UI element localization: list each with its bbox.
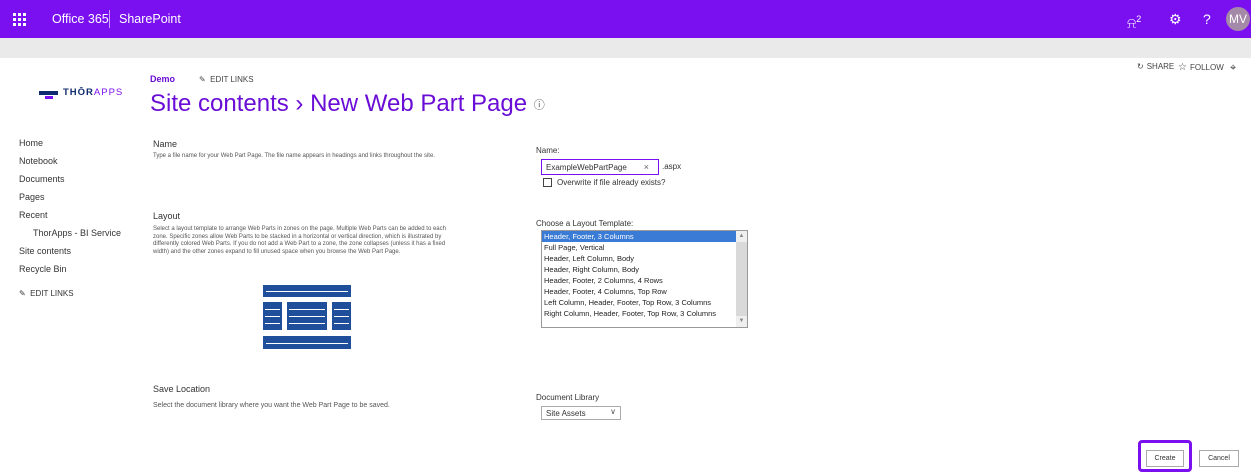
nav-item-site-contents[interactable]: Site contents (19, 246, 71, 256)
notification-count: 2 (1136, 14, 1142, 24)
focus-content-icon[interactable]: ⌖ (1230, 62, 1236, 75)
overwrite-label[interactable]: Overwrite if file already exists? (557, 178, 665, 187)
suite-bar: Office 365 SharePoint ⍾2 ⚙ ? MV (0, 0, 1251, 38)
nav-item-notebook[interactable]: Notebook (19, 156, 58, 166)
nav-item-home[interactable]: Home (19, 138, 43, 148)
cancel-button[interactable]: Cancel (1199, 450, 1239, 467)
layout-option[interactable]: Full Page, Vertical (542, 242, 737, 253)
layout-option[interactable]: Header, Footer, 4 Columns, Top Row (542, 286, 737, 297)
pencil-icon: ✎ (199, 75, 206, 84)
page-title: Site contents › New Web Part Page ⓘ (150, 90, 545, 118)
layout-option[interactable]: Header, Footer, 3 Columns (542, 231, 737, 242)
layout-option[interactable]: Header, Right Column, Body (542, 264, 737, 275)
file-name-input[interactable]: ExampleWebPartPage × (541, 159, 659, 175)
name-section-description: Type a file name for your Web Part Page.… (153, 153, 435, 159)
waffle-icon[interactable] (0, 0, 38, 38)
logo-mark-accent (45, 96, 53, 99)
follow-label: FOLLOW (1189, 63, 1224, 72)
logo-mark (39, 91, 58, 95)
name-label: Name: (536, 146, 560, 155)
layout-option[interactable]: Header, Left Column, Body (542, 253, 737, 264)
clear-icon[interactable]: × (644, 162, 649, 172)
save-section-heading: Save Location (153, 384, 211, 394)
nav-item-recycle-bin[interactable]: Recycle Bin (19, 264, 67, 274)
scroll-up-icon[interactable]: ▲ (736, 231, 747, 242)
avatar[interactable]: MV (1226, 7, 1250, 31)
edit-links-top[interactable]: ✎ EDIT LINKS (199, 75, 254, 84)
document-library-select[interactable]: Site Assets ∨ (541, 406, 621, 420)
nav-item-documents[interactable]: Documents (19, 174, 65, 184)
nav-item-pages[interactable]: Pages (19, 192, 45, 202)
nav-item-recent[interactable]: Recent (19, 210, 48, 220)
document-library-value: Site Assets (546, 409, 586, 418)
name-section-heading: Name (153, 139, 178, 149)
layout-option[interactable]: Header, Footer, 2 Columns, 4 Rows (542, 275, 737, 286)
share-button[interactable]: ↻ SHARE (1137, 62, 1174, 71)
brand-divider (109, 10, 110, 28)
breadcrumb-site-link[interactable]: Demo (150, 74, 175, 84)
notifications-bell-icon[interactable]: ⍾2 (1127, 9, 1141, 33)
ribbon-bar (0, 38, 1251, 58)
layout-template-label: Choose a Layout Template: (536, 219, 634, 228)
logo-text-part2: APPS (93, 87, 124, 98)
chevron-down-icon: ∨ (610, 407, 616, 416)
nav-item-recent-child[interactable]: ThorApps - BI Service (33, 228, 121, 238)
share-label: SHARE (1146, 62, 1175, 71)
layout-template-listbox[interactable]: Header, Footer, 3 Columns Full Page, Ver… (541, 230, 748, 328)
layout-preview-image (263, 285, 351, 351)
office365-link[interactable]: Office 365 (52, 12, 109, 26)
file-extension: .aspx (662, 162, 682, 171)
overwrite-checkbox[interactable] (543, 178, 552, 187)
edit-links-label: EDIT LINKS (210, 75, 254, 84)
pencil-icon: ✎ (19, 289, 26, 298)
share-icon: ↻ (1137, 62, 1144, 71)
page-title-text: Site contents › New Web Part Page (150, 90, 528, 117)
save-section-description: Select the document library where you wa… (153, 402, 390, 409)
layout-option[interactable]: Left Column, Header, Footer, Top Row, 3 … (542, 297, 737, 308)
file-name-value: ExampleWebPartPage (546, 163, 627, 172)
create-button[interactable]: Create (1146, 450, 1184, 467)
logo-text-part1: THŌR (63, 87, 94, 98)
layout-section-heading: Layout (153, 211, 181, 221)
document-library-label: Document Library (536, 393, 600, 402)
sharepoint-link[interactable]: SharePoint (119, 12, 181, 26)
follow-button[interactable]: ☆ FOLLOW (1178, 62, 1224, 73)
help-icon[interactable]: ? (1203, 9, 1211, 29)
layout-section-description: Select a layout template to arrange Web … (153, 226, 446, 255)
star-icon: ☆ (1178, 62, 1187, 73)
scroll-down-icon[interactable]: ▼ (736, 316, 747, 327)
layout-option[interactable]: Right Column, Header, Footer, Top Row, 3… (542, 308, 737, 319)
site-logo[interactable]: THŌRAPPS (39, 86, 129, 102)
info-icon[interactable]: ⓘ (534, 100, 545, 112)
logo-text: THŌRAPPS (63, 87, 123, 98)
nav-edit-links[interactable]: ✎ EDIT LINKS (19, 289, 74, 298)
gear-icon[interactable]: ⚙ (1169, 9, 1182, 29)
nav-edit-links-label: EDIT LINKS (30, 289, 74, 298)
listbox-scrollbar[interactable]: ▲ ▼ (736, 231, 747, 327)
